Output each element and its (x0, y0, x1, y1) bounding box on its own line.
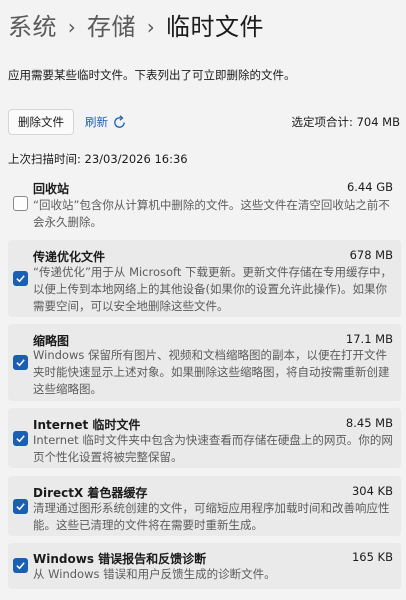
toolbar: 删除文件 刷新 选定项合计: 704 MB (8, 109, 400, 135)
list-item: Windows 错误报告和反馈诊断 165 KB 从 Windows 错误和用户… (8, 543, 401, 589)
item-title: Internet 临时文件 (33, 418, 141, 432)
chevron-right-icon: › (67, 15, 77, 39)
checkmark-icon (16, 435, 25, 443)
delete-files-button[interactable]: 删除文件 (8, 109, 74, 135)
item-checkbox[interactable] (13, 196, 28, 211)
item-description: 从 Windows 错误和用户反馈生成的诊断文件。 (33, 567, 276, 581)
breadcrumb-storage[interactable]: 存储 (87, 10, 136, 44)
item-checkbox[interactable] (13, 499, 28, 514)
item-size: 17.1 MB (345, 332, 393, 346)
item-description: Internet 临时文件夹中包含为快速查看而存储在硬盘上的网页。你的网页个性化… (33, 433, 393, 464)
breadcrumb-system[interactable]: 系统 (8, 10, 57, 44)
item-size: 8.45 MB (345, 416, 393, 430)
list-item: Internet 临时文件 8.45 MB Internet 临时文件夹中包含为… (8, 408, 401, 468)
item-title: 传递优化文件 (33, 250, 106, 264)
item-description: Windows 保留所有图片、视频和文档缩略图的副本，以便在打开文件夹时能快速显… (33, 348, 390, 396)
refresh-label: 刷新 (85, 115, 108, 129)
item-checkbox[interactable] (13, 558, 28, 573)
list-item: 传递优化文件 678 MB “传递优化”用于从 Microsoft 下载更新。更… (8, 240, 401, 317)
page-description: 应用需要某些临时文件。下表列出了可立即删除的文件。 (8, 68, 296, 82)
chevron-right-icon: › (146, 15, 156, 39)
checkmark-icon (16, 503, 25, 511)
item-description: 清理通过图形系统创建的文件，可缩短应用程序加载时间和改善响应性能。这些已清理的文… (33, 501, 390, 532)
page-title: 临时文件 (166, 13, 264, 41)
item-title: DirectX 着色器缓存 (33, 486, 148, 500)
item-checkbox[interactable] (13, 271, 28, 286)
refresh-icon (114, 114, 125, 128)
refresh-link[interactable]: 刷新 (85, 114, 127, 130)
item-size: 165 KB (351, 550, 393, 564)
list-item: 回收站 6.44 GB “回收站”包含你从计算机中删除的文件。这些文件在清空回收… (8, 171, 401, 233)
checkmark-icon (16, 562, 25, 570)
list-item: DirectX 着色器缓存 304 KB 清理通过图形系统创建的文件，可缩短应用… (8, 476, 401, 536)
item-size: 6.44 GB (346, 180, 393, 194)
item-checkbox[interactable] (13, 355, 28, 370)
item-checkbox[interactable] (13, 431, 28, 446)
selected-total: 选定项合计: 704 MB (291, 115, 400, 129)
breadcrumb: 系统 › 存储 › 临时文件 (8, 10, 264, 44)
checkmark-icon (16, 275, 25, 283)
checkmark-icon (16, 359, 25, 367)
item-description: “传递优化”用于从 Microsoft 下载更新。更新文件存储在专用缓存中，以便… (33, 265, 393, 313)
item-title: 回收站 (33, 182, 70, 196)
list-item: 缩略图 17.1 MB Windows 保留所有图片、视频和文档缩略图的副本，以… (8, 324, 401, 401)
item-title: Windows 错误报告和反馈诊断 (33, 552, 207, 566)
last-scan-time: 上次扫描时间: 23/03/2026 16:36 (8, 152, 188, 166)
item-description: “回收站”包含你从计算机中删除的文件。这些文件在清空回收站之前不会永久删除。 (33, 198, 390, 229)
item-size: 678 MB (349, 248, 393, 262)
item-size: 304 KB (351, 484, 393, 498)
